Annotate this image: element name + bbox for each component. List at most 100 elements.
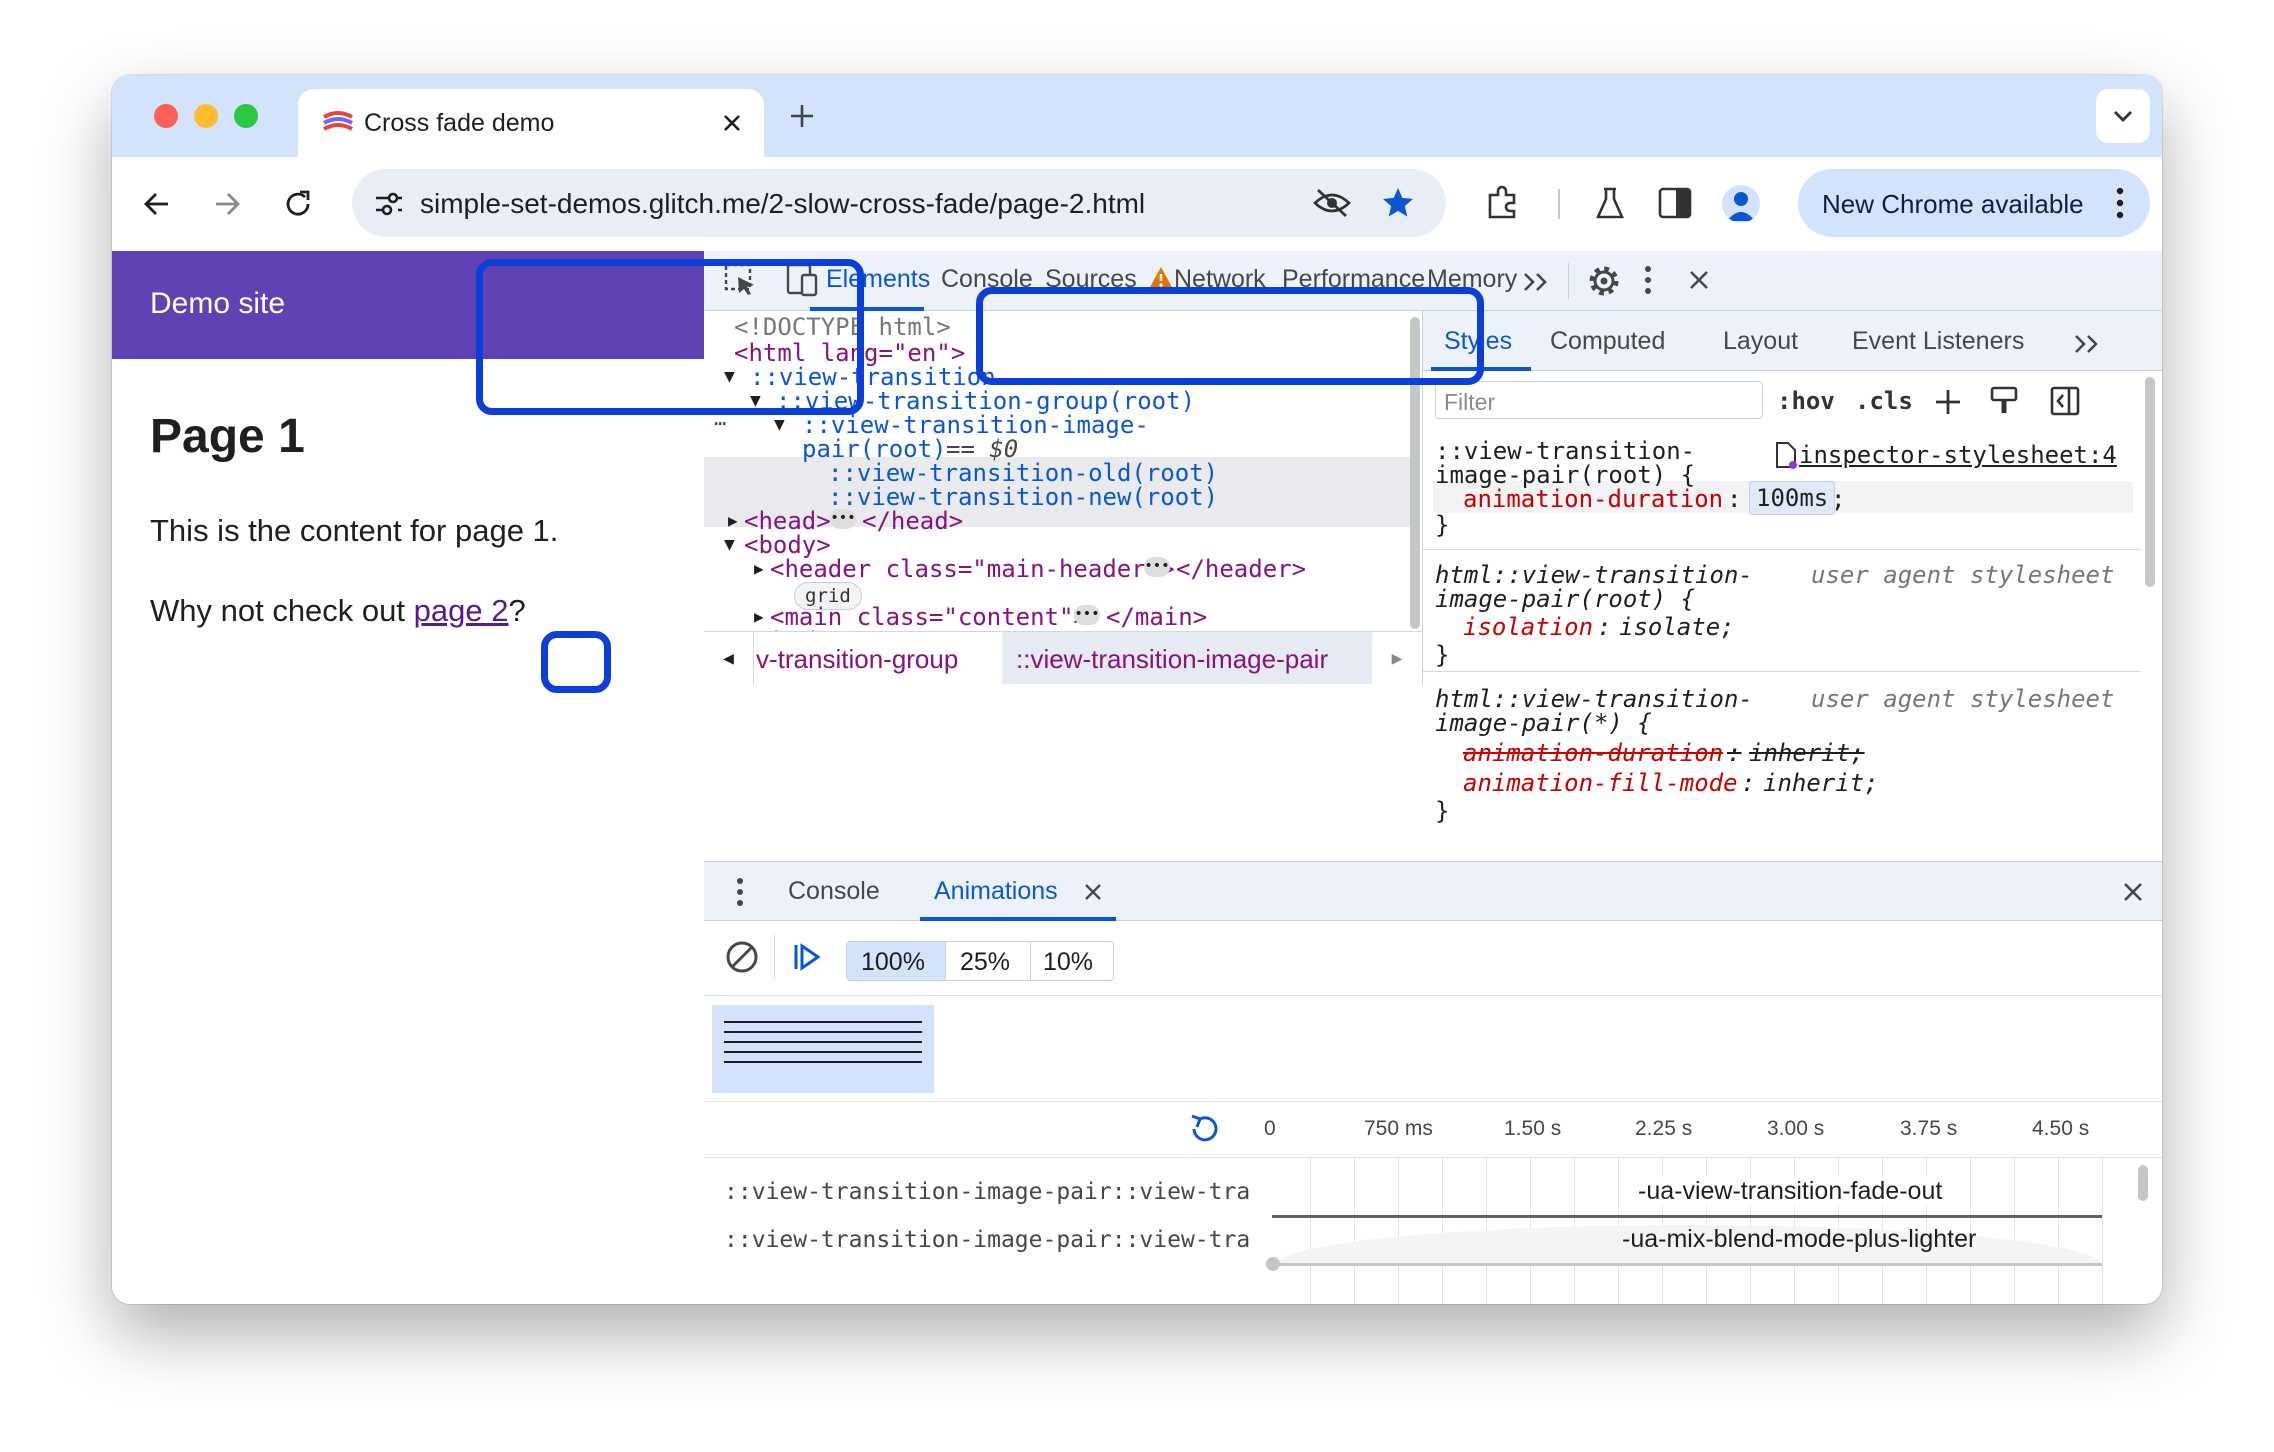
- css-property[interactable]: isolation: [1463, 613, 1593, 641]
- close-drawer-icon[interactable]: [2122, 881, 2144, 903]
- tab-strip: Cross fade demo: [112, 75, 2162, 157]
- animation-group-preview[interactable]: [712, 1005, 934, 1093]
- page-2-link[interactable]: page 2: [414, 593, 509, 628]
- extensions-icon[interactable]: [1484, 185, 1520, 221]
- cls-toggle[interactable]: .cls: [1855, 387, 1913, 415]
- page-link-paragraph: Why not check out page 2?: [150, 593, 526, 629]
- back-icon[interactable]: [142, 189, 172, 219]
- replay-timeline-icon[interactable]: [1186, 1111, 1222, 1147]
- new-chrome-available-button[interactable]: New Chrome available: [1798, 169, 2150, 237]
- tab-search-button[interactable]: [2096, 89, 2150, 143]
- toolbar-separator: [1568, 263, 1569, 299]
- header-open[interactable]: <header class="main-header">: [770, 553, 1175, 585]
- speed-10-button[interactable]: 10%: [1031, 942, 1113, 980]
- expand-triangle-icon[interactable]: ▼: [724, 529, 735, 561]
- gear-icon[interactable]: [1586, 263, 1622, 299]
- collapsed-dots-badge[interactable]: •••: [1074, 605, 1100, 625]
- more-tabs-chevron-icon[interactable]: [1522, 271, 1550, 293]
- styles-filter-input[interactable]: Filter: [1435, 381, 1763, 419]
- rule-selector-continuation[interactable]: image-pair(root) {: [1435, 585, 1695, 613]
- eye-off-icon[interactable]: [1312, 187, 1352, 219]
- rule-selector-continuation[interactable]: image-pair(*) {: [1435, 709, 1652, 737]
- address-bar[interactable]: simple-set-demos.glitch.me/2-slow-cross-…: [352, 169, 1446, 237]
- timeline-scrollbar[interactable]: [2138, 1165, 2148, 1201]
- side-panel-icon[interactable]: [1658, 187, 1692, 219]
- bookmark-star-icon[interactable]: [1380, 185, 1416, 221]
- replay-play-icon[interactable]: [790, 941, 822, 973]
- css-value-editing[interactable]: 100ms: [1749, 481, 1836, 515]
- tab-layout[interactable]: Layout: [1723, 327, 1798, 356]
- preview-line: [724, 1061, 922, 1063]
- css-value[interactable]: inherit;: [1763, 769, 1879, 797]
- elements-bottom-fill: [704, 685, 1422, 686]
- site-settings-icon[interactable]: [374, 191, 404, 217]
- rule-source-link[interactable]: inspector-stylesheet:4: [1799, 441, 2117, 469]
- speed-100-button[interactable]: 100%: [847, 942, 945, 980]
- head-close[interactable]: </head>: [862, 505, 963, 537]
- close-tab-icon[interactable]: [1084, 883, 1102, 901]
- animation-target-label[interactable]: ::view-transition-image-pair::view-tra: [724, 1227, 1269, 1253]
- animation-bar[interactable]: [1272, 1215, 2102, 1218]
- grid-line: [1310, 1158, 1311, 1304]
- animation-bar[interactable]: [1272, 1263, 2102, 1266]
- page-paragraph: This is the content for page 1.: [150, 513, 559, 548]
- paint-brush-icon[interactable]: [1989, 385, 2019, 417]
- toggle-sidebar-icon[interactable]: [2049, 385, 2081, 417]
- more-tabs-chevron-icon[interactable]: [2073, 333, 2101, 355]
- css-property[interactable]: animation-duration: [1463, 485, 1723, 513]
- close-tab-icon[interactable]: [722, 113, 742, 133]
- breadcrumb-item[interactable]: v-transition-group: [756, 644, 958, 675]
- site-header-title: Demo site: [150, 287, 286, 320]
- css-value-overridden[interactable]: inherit;: [1749, 739, 1865, 767]
- collapsed-dots-badge[interactable]: •••: [1144, 557, 1170, 577]
- minimize-window-button[interactable]: [194, 104, 218, 128]
- grid-line: [1354, 1158, 1355, 1304]
- chevron-down-icon: [2114, 111, 2132, 122]
- styles-pane: Styles Computed Layout Event Listeners F…: [1423, 311, 2162, 685]
- grid-line: [2014, 1158, 2015, 1304]
- highlight-elements-tree: [476, 259, 864, 415]
- close-window-button[interactable]: [154, 104, 178, 128]
- css-property-overridden[interactable]: animation-duration: [1463, 739, 1723, 767]
- styles-scrollbar[interactable]: [2145, 377, 2155, 587]
- reload-icon[interactable]: [282, 188, 314, 220]
- drawer-tab-animations[interactable]: Animations: [934, 877, 1058, 906]
- animation-name-label[interactable]: -ua-view-transition-fade-out: [1634, 1177, 1947, 1206]
- css-colon: :: [1741, 769, 1756, 797]
- tab-computed[interactable]: Computed: [1550, 327, 1665, 356]
- clear-all-icon[interactable]: [724, 939, 760, 975]
- rule-divider: [1423, 671, 2141, 672]
- collapse-triangle-icon[interactable]: ▶: [754, 553, 764, 585]
- css-colon: :: [1727, 739, 1742, 767]
- new-tab-icon[interactable]: [788, 102, 816, 130]
- hov-toggle[interactable]: :hov: [1777, 387, 1835, 415]
- forward-icon[interactable]: [212, 189, 242, 219]
- animation-target-label[interactable]: ::view-transition-image-pair::view-tra: [724, 1179, 1269, 1205]
- css-value[interactable]: isolate;: [1619, 613, 1735, 641]
- css-property[interactable]: animation-fill-mode: [1463, 769, 1738, 797]
- timeline-tick: 1.50 s: [1504, 1117, 1562, 1140]
- drawer-menu-icon[interactable]: [736, 877, 744, 907]
- close-devtools-icon[interactable]: [1688, 269, 1710, 291]
- breadcrumb-item-selected[interactable]: ::view-transition-image-pair: [1002, 632, 1372, 684]
- file-icon: [1776, 442, 1797, 469]
- main-close[interactable]: </main>: [1106, 601, 1207, 633]
- animation-name-label[interactable]: -ua-mix-blend-mode-plus-lighter: [1622, 1225, 1976, 1254]
- collapsed-dots-badge[interactable]: •••: [830, 509, 856, 529]
- speed-25-label: 25%: [960, 948, 1011, 976]
- breadcrumb-scroll-left[interactable]: ◀: [704, 632, 754, 684]
- more-vert-icon[interactable]: [1644, 265, 1652, 295]
- preview-line: [724, 1031, 922, 1033]
- drawer-tab-console[interactable]: Console: [788, 877, 880, 906]
- animation-keyframe-dot[interactable]: [1266, 1257, 1280, 1271]
- profile-avatar[interactable]: [1722, 185, 1760, 223]
- tab-event-listeners[interactable]: Event Listeners: [1852, 327, 2024, 356]
- header-close[interactable]: </header>: [1176, 553, 1306, 585]
- maximize-window-button[interactable]: [234, 104, 258, 128]
- browser-tab[interactable]: Cross fade demo: [298, 89, 764, 157]
- labs-flask-icon[interactable]: [1594, 185, 1626, 221]
- breadcrumb-scroll-right[interactable]: ▶: [1372, 632, 1422, 684]
- add-rule-icon[interactable]: [1933, 387, 1963, 417]
- timeline-tick: 750 ms: [1364, 1117, 1433, 1140]
- speed-25-button[interactable]: 25%: [946, 942, 1030, 980]
